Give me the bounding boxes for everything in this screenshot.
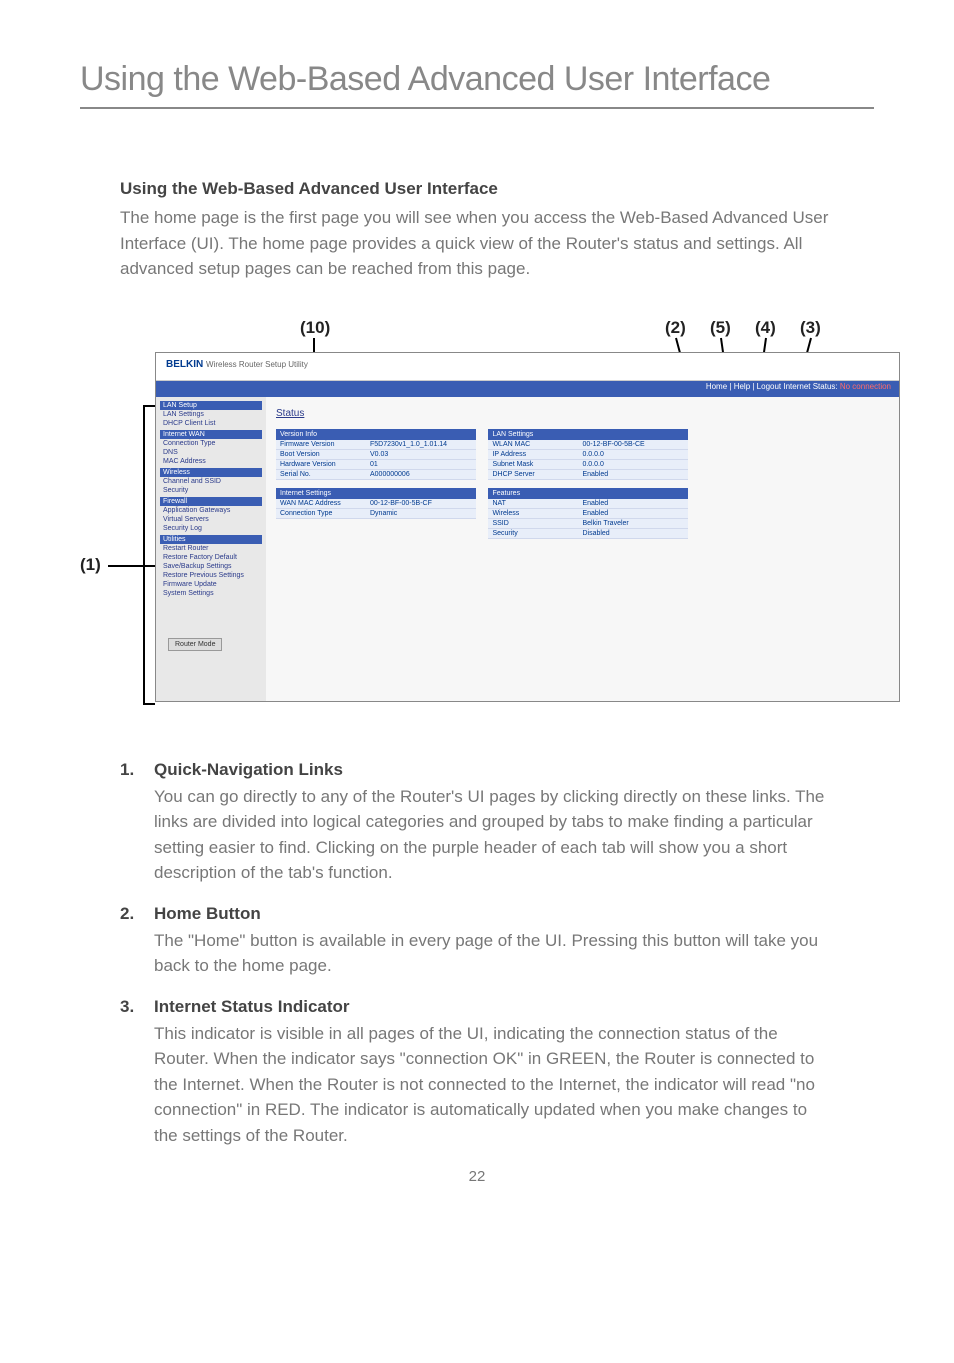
item-heading-2: Home Button: [154, 904, 834, 924]
sidebar-item-restore-fd[interactable]: Restore Factory Default: [160, 553, 262, 562]
callout-2: (2): [665, 318, 686, 338]
vi-k3: Serial No.: [276, 470, 366, 479]
is-v0: 00-12-BF-00-5B-CF: [366, 499, 476, 508]
sidebar-sec-firewall[interactable]: Firewall: [160, 497, 262, 506]
ls-k3: DHCP Server: [488, 470, 578, 479]
ft-k2: SSID: [488, 519, 578, 528]
router-diagram: (10) (2) (5) (4) (3) (1) (6) (8) (7) (9): [80, 310, 900, 720]
sidebar-item-mac[interactable]: MAC Address: [160, 457, 262, 466]
sidebar-item-sec-log[interactable]: Security Log: [160, 524, 262, 533]
panel-hd-lan: LAN Settings: [488, 429, 688, 440]
router-sidebar: LAN Setup LAN Settings DHCP Client List …: [156, 397, 266, 701]
is-v1: Dynamic: [366, 509, 476, 518]
item-heading-3: Internet Status Indicator: [154, 997, 834, 1017]
sidebar-item-fw-update[interactable]: Firmware Update: [160, 580, 262, 589]
ls-k1: IP Address: [488, 450, 578, 459]
sidebar-item-chan-ssid[interactable]: Channel and SSID: [160, 477, 262, 486]
panel-hd-features: Features: [488, 488, 688, 499]
callout-4: (4): [755, 318, 776, 338]
vi-k1: Boot Version: [276, 450, 366, 459]
status-link[interactable]: Status: [276, 408, 304, 419]
router-brand: BELKIN: [166, 359, 203, 370]
list-item: 1. Quick-Navigation Links You can go dir…: [120, 760, 834, 886]
sidebar-item-dns[interactable]: DNS: [160, 448, 262, 457]
sidebar-sec-lan[interactable]: LAN Setup: [160, 401, 262, 410]
ft-v1: Enabled: [578, 509, 688, 518]
sidebar-sec-wan[interactable]: Internet WAN: [160, 430, 262, 439]
router-toplinks[interactable]: Home | Help | Logout Internet Status: No…: [706, 382, 891, 391]
ft-v0: Enabled: [578, 499, 688, 508]
sidebar-item-restore-prev[interactable]: Restore Previous Settings: [160, 571, 262, 580]
intro-body: The home page is the first page you will…: [120, 205, 834, 282]
sidebar-item-virt-srv[interactable]: Virtual Servers: [160, 515, 262, 524]
vi-v1: V0.03: [366, 450, 476, 459]
ls-v3: Enabled: [578, 470, 688, 479]
sidebar-item-lan-settings[interactable]: LAN Settings: [160, 410, 262, 419]
router-brand-sub: Wireless Router Setup Utility: [206, 360, 308, 369]
ls-v2: 0.0.0.0: [578, 460, 688, 469]
router-header: BELKIN Wireless Router Setup Utility: [156, 353, 899, 381]
ft-v2: Belkin Traveler: [578, 519, 688, 528]
list-item: 3. Internet Status Indicator This indica…: [120, 997, 834, 1149]
is-k1: Connection Type: [276, 509, 366, 518]
sidebar-item-security[interactable]: Security: [160, 486, 262, 495]
ft-k0: NAT: [488, 499, 578, 508]
title-rule: [80, 107, 874, 109]
panel-hd-internet: Internet Settings: [276, 488, 476, 499]
item-body-2: The "Home" button is available in every …: [154, 928, 834, 979]
ls-k0: WLAN MAC: [488, 440, 578, 449]
vi-k2: Hardware Version: [276, 460, 366, 469]
vi-k0: Firmware Version: [276, 440, 366, 449]
is-k0: WAN MAC Address: [276, 499, 366, 508]
sidebar-item-restart[interactable]: Restart Router: [160, 544, 262, 553]
router-topbar: Home | Help | Logout Internet Status: No…: [156, 381, 899, 397]
panel-internet-settings: Internet Settings WAN MAC Address00-12-B…: [276, 488, 476, 519]
panel-lan-settings: LAN Settings WLAN MAC00-12-BF-00-5B-CE I…: [488, 429, 688, 480]
sidebar-sec-wireless[interactable]: Wireless: [160, 468, 262, 477]
ft-v3: Disabled: [578, 529, 688, 538]
router-main: Status Version Info Firmware VersionF5D7…: [266, 397, 899, 701]
vi-v3: A000000006: [366, 470, 476, 479]
sidebar-item-sys-settings[interactable]: System Settings: [160, 589, 262, 598]
ls-k2: Subnet Mask: [488, 460, 578, 469]
item-heading-1: Quick-Navigation Links: [154, 760, 834, 780]
panel-version-info: Version Info Firmware VersionF5D7230v1_1…: [276, 429, 476, 480]
ft-k1: Wireless: [488, 509, 578, 518]
sidebar-item-app-gw[interactable]: Application Gateways: [160, 506, 262, 515]
toplinks-text[interactable]: Home | Help | Logout Internet Status:: [706, 382, 840, 391]
item-number-1: 1.: [120, 760, 154, 886]
panel-hd-version: Version Info: [276, 429, 476, 440]
page-number: 22: [80, 1168, 874, 1185]
ls-v0: 00-12-BF-00-5B-CE: [578, 440, 688, 449]
internet-status-indicator: No connection: [840, 382, 891, 391]
vi-v2: 01: [366, 460, 476, 469]
list-item: 2. Home Button The "Home" button is avai…: [120, 904, 834, 979]
item-body-3: This indicator is visible in all pages o…: [154, 1021, 834, 1149]
sidebar-item-save-backup[interactable]: Save/Backup Settings: [160, 562, 262, 571]
item-body-1: You can go directly to any of the Router…: [154, 784, 834, 886]
router-mode-button[interactable]: Router Mode: [168, 638, 222, 651]
sidebar-sec-util[interactable]: Utilities: [160, 535, 262, 544]
panel-features: Features NATEnabled WirelessEnabled SSID…: [488, 488, 688, 539]
vi-v0: F5D7230v1_1.0_1.01.14: [366, 440, 476, 449]
callout-3: (3): [800, 318, 821, 338]
sidebar-item-dhcp-list[interactable]: DHCP Client List: [160, 419, 262, 428]
item-number-3: 3.: [120, 997, 154, 1149]
callout-5: (5): [710, 318, 731, 338]
ft-k3: Security: [488, 529, 578, 538]
item-number-2: 2.: [120, 904, 154, 979]
callout-1: (1): [80, 555, 101, 575]
router-window: BELKIN Wireless Router Setup Utility Hom…: [155, 352, 900, 702]
intro-heading: Using the Web-Based Advanced User Interf…: [120, 179, 834, 199]
page-title: Using the Web-Based Advanced User Interf…: [80, 60, 874, 99]
sidebar-item-conn-type[interactable]: Connection Type: [160, 439, 262, 448]
callout-10: (10): [300, 318, 330, 338]
ls-v1: 0.0.0.0: [578, 450, 688, 459]
